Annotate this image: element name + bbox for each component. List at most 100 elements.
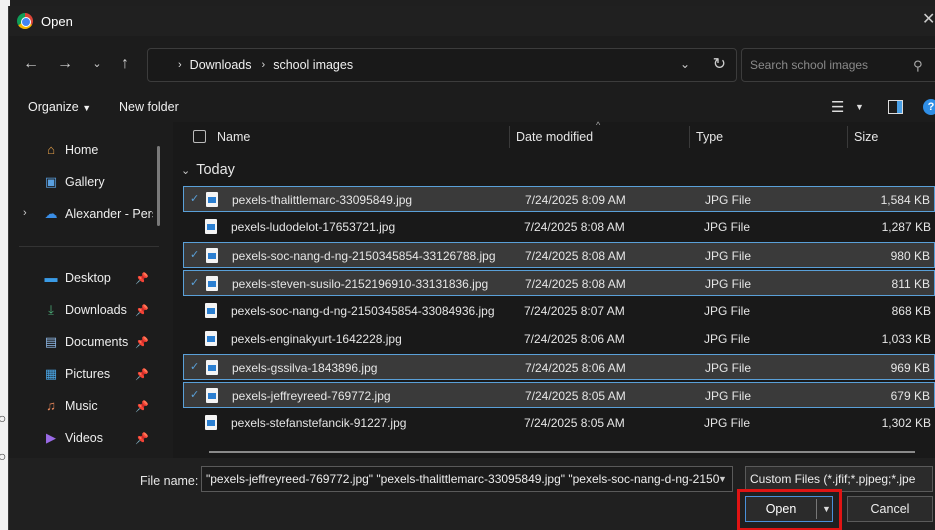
sidebar-item-pictures[interactable]: ▦ Pictures 📌 — [9, 360, 159, 388]
up-arrow-icon[interactable]: ↑ — [113, 54, 137, 74]
checked-checkbox-icon[interactable]: ✓ — [190, 193, 202, 205]
file-row[interactable]: pexels-ludodelot-17653721.jpg 7/24/2025 8… — [183, 214, 935, 240]
jpg-file-icon — [206, 276, 218, 291]
checked-checkbox-icon[interactable]: ✓ — [190, 361, 202, 373]
group-header-today[interactable]: ⌄ Today — [181, 162, 235, 178]
sidebar-item-desktop[interactable]: ▬ Desktop 📌 — [9, 264, 159, 292]
collapse-chevron-icon: ⌄ — [181, 165, 191, 177]
breadcrumb-separator-icon: › — [178, 59, 182, 71]
recent-locations-chevron-icon[interactable]: ⌄ — [85, 54, 109, 74]
file-row[interactable]: ✓ pexels-steven-susilo-2152196910-3313183… — [183, 270, 935, 296]
column-divider[interactable] — [847, 126, 848, 148]
row-checkbox[interactable] — [189, 416, 201, 428]
open-button-divider — [816, 499, 817, 519]
file-size: 811 KB — [891, 277, 930, 291]
sidebar-item-label: Gallery — [65, 175, 105, 189]
breadcrumb-school-images[interactable]: school images — [273, 58, 353, 72]
file-row[interactable]: ✓ pexels-soc-nang-d-ng-2150345854-3312678… — [183, 242, 935, 268]
file-name: pexels-enginakyurt-1642228.jpg — [231, 332, 402, 346]
preview-pane-icon[interactable] — [888, 100, 903, 114]
jpg-file-icon — [206, 248, 218, 263]
column-type[interactable]: Type — [696, 130, 723, 144]
file-name: pexels-steven-susilo-2152196910-33131836… — [232, 277, 489, 291]
sidebar-item-downloads[interactable]: ⤓ Downloads 📌 — [9, 296, 159, 324]
pin-icon: 📌 — [135, 272, 149, 285]
view-caret-icon[interactable]: ▼ — [855, 102, 864, 112]
sidebar-item-label: Videos — [65, 431, 103, 445]
downloads-icon: ⤓ — [48, 302, 54, 317]
column-size[interactable]: Size — [854, 130, 878, 144]
column-divider[interactable] — [509, 126, 510, 148]
column-name[interactable]: Name — [217, 130, 250, 144]
group-label: Today — [196, 162, 235, 178]
sidebar-item-music[interactable]: ♫ Music 📌 — [9, 392, 159, 420]
onedrive-icon: ☁ — [44, 206, 58, 221]
sort-caret-icon: ^ — [596, 120, 601, 130]
file-row[interactable]: ✓ pexels-thalittlemarc-33095849.jpg 7/24/2… — [183, 186, 935, 212]
row-checkbox[interactable] — [189, 332, 201, 344]
file-type: JPG File — [705, 249, 752, 263]
sidebar-item-label: Downloads — [65, 303, 127, 317]
open-button[interactable]: Open ▼ — [745, 496, 833, 522]
new-folder-button[interactable]: New folder — [119, 100, 179, 114]
close-icon[interactable]: ✕ — [922, 6, 935, 36]
cancel-button[interactable]: Cancel — [847, 496, 933, 522]
file-name-dropdown-icon[interactable]: ▼ — [718, 474, 727, 484]
gallery-icon: ▣ — [44, 174, 58, 189]
row-checkbox[interactable] — [189, 220, 201, 232]
checked-checkbox-icon[interactable]: ✓ — [190, 277, 202, 289]
select-all-checkbox[interactable] — [193, 130, 206, 143]
file-size: 1,287 KB — [881, 220, 931, 234]
file-name: pexels-soc-nang-d-ng-2150345854-33084936… — [231, 304, 495, 318]
pin-icon: 📌 — [135, 368, 149, 381]
address-bar[interactable]: › Downloads › school images ⌄ ↻ — [147, 48, 737, 82]
file-name: pexels-stefanstefancik-91227.jpg — [231, 416, 407, 430]
search-input[interactable] — [741, 48, 935, 82]
documents-icon: ▤ — [44, 334, 58, 349]
breadcrumb-downloads[interactable]: Downloads — [190, 58, 252, 72]
jpg-file-icon — [206, 360, 218, 375]
sidebar-item-label: Alexander - Pers — [65, 207, 153, 221]
sidebar-item-home[interactable]: ⌂ Home — [9, 136, 159, 164]
horizontal-scrollbar[interactable] — [209, 451, 915, 453]
file-row[interactable]: ✓ pexels-gssilva-1843896.jpg 7/24/2025 8:0… — [183, 354, 935, 380]
file-type: JPG File — [705, 277, 752, 291]
file-row[interactable]: ✓ pexels-jeffreyreed-769772.jpg 7/24/2025 … — [183, 382, 935, 408]
column-header: Name ^ Date modified Type Size — [173, 120, 935, 152]
row-checkbox[interactable] — [189, 304, 201, 316]
organize-button[interactable]: Organize ▼ — [28, 100, 91, 114]
help-icon[interactable]: ? — [923, 99, 935, 115]
open-dropdown-caret-icon[interactable]: ▼ — [822, 497, 831, 521]
videos-icon: ▶ — [46, 430, 56, 445]
column-date-modified[interactable]: Date modified — [516, 130, 593, 144]
checked-checkbox-icon[interactable]: ✓ — [190, 249, 202, 261]
sidebar-item-onedrive[interactable]: › ☁ Alexander - Pers — [9, 200, 159, 228]
file-date-modified: 7/24/2025 8:05 AM — [525, 389, 626, 403]
file-type: JPG File — [705, 193, 752, 207]
sidebar-item-label: Home — [65, 143, 99, 157]
column-divider[interactable] — [689, 126, 690, 148]
dialog-footer: File name: "pexels-jeffreyreed-769772.jp… — [9, 458, 935, 530]
back-arrow-icon[interactable]: ← — [19, 54, 43, 74]
background-glyph: ○ — [0, 448, 7, 464]
view-options-icon[interactable]: ☰ — [831, 98, 844, 116]
sidebar-item-videos[interactable]: ▶ Videos 📌 — [9, 424, 159, 452]
checked-checkbox-icon[interactable]: ✓ — [190, 389, 202, 401]
expand-chevron-icon[interactable]: › — [23, 207, 27, 219]
forward-arrow-icon[interactable]: → — [53, 54, 77, 74]
file-name-field[interactable]: "pexels-jeffreyreed-769772.jpg" "pexels-… — [201, 466, 733, 492]
refresh-icon[interactable]: ↻ — [713, 54, 726, 74]
file-name: pexels-soc-nang-d-ng-2150345854-33126788… — [232, 249, 496, 263]
file-row[interactable]: pexels-stefanstefancik-91227.jpg 7/24/202… — [183, 410, 935, 436]
file-type: JPG File — [704, 304, 751, 318]
sidebar-item-documents[interactable]: ▤ Documents 📌 — [9, 328, 159, 356]
file-row[interactable]: pexels-enginakyurt-1642228.jpg 7/24/2025 … — [183, 326, 935, 352]
sidebar-item-gallery[interactable]: ▣ Gallery — [9, 168, 159, 196]
address-dropdown-chevron-icon[interactable]: ⌄ — [680, 57, 690, 71]
home-icon: ⌂ — [47, 142, 55, 157]
file-row[interactable]: pexels-soc-nang-d-ng-2150345854-33084936… — [183, 298, 935, 324]
file-date-modified: 7/24/2025 8:06 AM — [524, 332, 625, 346]
search-icon[interactable]: ⚲ — [913, 58, 923, 74]
file-name: pexels-ludodelot-17653721.jpg — [231, 220, 396, 234]
file-type: JPG File — [704, 332, 751, 346]
